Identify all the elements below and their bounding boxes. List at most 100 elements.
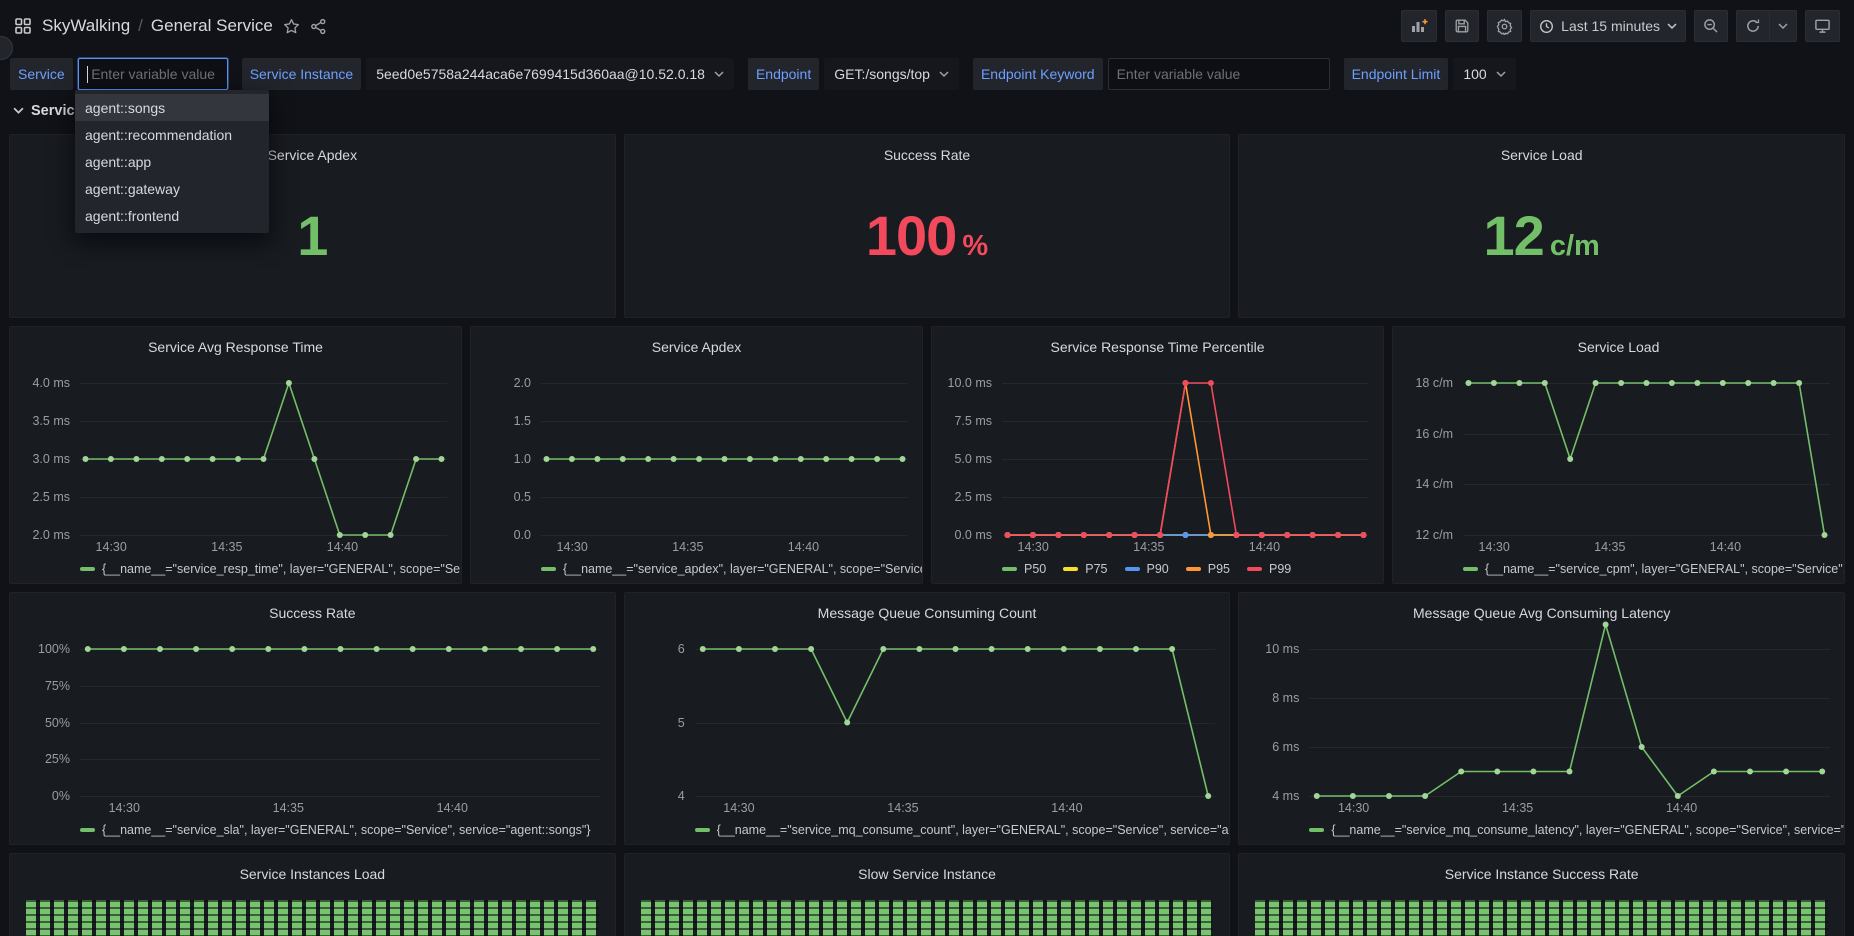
time-series-chart[interactable]: 18 c/m16 c/m14 c/m12 c/m 14:3014:3514:40 [1393, 361, 1844, 555]
bar-gauge[interactable] [1255, 900, 1828, 936]
time-series-chart[interactable]: 100%75%50%25%0% 14:3014:3514:40 [10, 627, 615, 816]
bar-gauge[interactable] [641, 900, 1214, 936]
dropdown-option[interactable]: agent::app [75, 148, 269, 175]
y-axis-label: 4 ms [1272, 789, 1299, 803]
service-variable-input[interactable]: Enter variable value [78, 58, 228, 90]
y-axis-label: 10.0 ms [948, 376, 992, 390]
plot-area[interactable] [541, 383, 908, 535]
panel-service-load-stat: Service Load 12 c/m [1238, 134, 1845, 318]
apps-grid-icon[interactable] [14, 17, 32, 35]
refresh-interval-dropdown[interactable] [1770, 10, 1797, 42]
plot-area[interactable] [1463, 383, 1830, 535]
dashboard-grid: Service Apdex 1 Success Rate 100 % Servi… [0, 134, 1854, 936]
plot-area[interactable] [695, 649, 1216, 796]
variable-endpoint-keyword: Endpoint Keyword [973, 58, 1330, 90]
time-series-chart[interactable]: 10 ms8 ms6 ms4 ms 14:3014:3514:40 [1239, 627, 1844, 816]
legend-item[interactable]: P99 [1247, 562, 1291, 576]
panel-title: Service Apdex [471, 327, 922, 361]
y-axis-label: 6 ms [1272, 740, 1299, 754]
stat-value: 100 % [866, 203, 988, 268]
chart-canvas[interactable] [1309, 649, 1830, 796]
plot-area[interactable] [80, 649, 601, 796]
legend-item[interactable]: {__name__="service_resp_time", layer="GE… [80, 562, 461, 576]
stat-value-area: 12 c/m [1239, 169, 1844, 317]
legend-item[interactable]: P90 [1125, 562, 1169, 576]
y-axis: 18 c/m16 c/m14 c/m12 c/m [1403, 383, 1455, 535]
legend-label: P99 [1269, 562, 1291, 576]
breadcrumb-app[interactable]: SkyWalking [42, 16, 130, 36]
legend-item[interactable]: P95 [1186, 562, 1230, 576]
save-dashboard-button[interactable] [1445, 10, 1479, 42]
time-series-chart[interactable]: 2.01.51.00.50.0 14:3014:3514:40 [471, 361, 922, 555]
plot-area[interactable] [1002, 383, 1369, 535]
bar-gauge[interactable] [26, 900, 599, 936]
kiosk-mode-button[interactable] [1805, 10, 1840, 42]
gridline [1002, 421, 1369, 422]
panel-mq-consuming-count: Message Queue Consuming Count 654 14:301… [624, 592, 1231, 845]
endpoint-label: Endpoint [748, 58, 819, 90]
time-series-chart[interactable]: 654 14:3014:3514:40 [625, 627, 1230, 816]
breadcrumb[interactable]: SkyWalking / General Service [42, 16, 273, 36]
legend-item[interactable]: P50 [1002, 562, 1046, 576]
variable-endpoint: Endpoint GET:/songs/top [748, 58, 959, 90]
legend-item[interactable]: {__name__="service_sla", layer="GENERAL"… [80, 823, 591, 837]
breadcrumb-page: General Service [151, 16, 273, 36]
share-icon[interactable] [310, 18, 327, 35]
y-axis-label: 6 [678, 642, 685, 656]
gridline [1309, 698, 1830, 699]
data-point [1747, 769, 1753, 775]
endpoint-keyword-input[interactable] [1108, 58, 1330, 90]
service-instance-select[interactable]: 5eed0e5758a244aca6e7699415d360aa@10.52.0… [366, 58, 734, 90]
y-axis-label: 100% [38, 642, 70, 656]
stat-number: 12 [1484, 203, 1544, 268]
time-series-chart[interactable]: 4.0 ms3.5 ms3.0 ms2.5 ms2.0 ms 14:3014:3… [10, 361, 461, 555]
legend-item[interactable]: P75 [1063, 562, 1107, 576]
plot-area[interactable] [80, 383, 447, 535]
gridline [80, 459, 447, 460]
y-axis-label: 1.5 [514, 414, 531, 428]
time-range-label: Last 15 minutes [1561, 18, 1660, 34]
legend-item[interactable]: {__name__="service_mq_consume_latency", … [1309, 823, 1844, 837]
dropdown-option[interactable]: agent::recommendation [75, 121, 269, 148]
settings-gear-icon[interactable] [1487, 10, 1522, 42]
x-axis-label: 14:30 [1479, 540, 1510, 554]
add-panel-button[interactable] [1401, 10, 1437, 42]
stat-unit: c/m [1550, 230, 1600, 263]
x-axis: 14:3014:3514:40 [80, 535, 447, 555]
panel-title: Success Rate [10, 593, 615, 627]
endpoint-select[interactable]: GET:/songs/top [824, 58, 959, 90]
variable-service-instance: Service Instance 5eed0e5758a244aca6e7699… [242, 58, 734, 90]
gridline [541, 497, 908, 498]
data-point [1531, 769, 1537, 775]
legend-item[interactable]: {__name__="service_mq_consume_count", la… [695, 823, 1230, 837]
endpoint-limit-select[interactable]: 100 [1453, 58, 1515, 90]
chart-canvas[interactable] [1463, 383, 1830, 535]
dropdown-option[interactable]: agent::frontend [75, 202, 269, 229]
legend-swatch [1125, 567, 1140, 571]
legend-item[interactable]: {__name__="service_cpm", layer="GENERAL"… [1463, 562, 1844, 576]
gridline [541, 459, 908, 460]
x-axis-label: 14:30 [723, 801, 754, 815]
gridline [1463, 434, 1830, 435]
text-cursor [87, 66, 89, 83]
chevron-down-icon [1496, 71, 1506, 78]
x-axis-label: 14:40 [788, 540, 819, 554]
time-range-picker[interactable]: Last 15 minutes [1530, 10, 1686, 42]
service-input-placeholder: Enter variable value [91, 66, 215, 82]
legend: P50 P75 P90 P95 P99 [932, 555, 1383, 583]
row-section-service[interactable]: Service [0, 96, 1854, 126]
time-series-chart[interactable]: 10.0 ms7.5 ms5.0 ms2.5 ms0.0 ms 14:3014:… [932, 361, 1383, 555]
dropdown-option[interactable]: agent::gateway [75, 175, 269, 202]
gridline [1309, 649, 1830, 650]
y-axis-label: 50% [45, 716, 70, 730]
plot-area[interactable] [1309, 649, 1830, 796]
zoom-out-button[interactable] [1694, 10, 1728, 42]
panel-service-load-chart: Service Load 18 c/m16 c/m14 c/m12 c/m 14… [1392, 326, 1845, 584]
legend-swatch [1463, 567, 1478, 571]
variable-service: Service Enter variable value [10, 58, 228, 90]
legend-item[interactable]: {__name__="service_apdex", layer="GENERA… [541, 562, 922, 576]
star-icon[interactable] [283, 18, 300, 35]
x-axis: 14:3014:3514:40 [1002, 535, 1369, 555]
dropdown-option[interactable]: agent::songs [75, 94, 269, 121]
refresh-button[interactable] [1736, 10, 1770, 42]
